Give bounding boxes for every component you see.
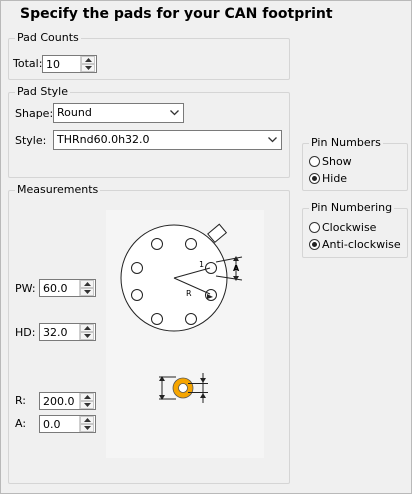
can-footprint-illustration: 1 A R [120,223,243,403]
radius-r-label: R [186,289,192,298]
hd-down-button[interactable] [80,332,94,340]
pw-spinner [79,280,95,296]
hd-label: HD: [15,326,36,339]
style-value: THRnd60.0h32.0 [57,133,150,146]
show-radio-indicator[interactable] [309,156,320,167]
hd-spinbox[interactable]: 32.0 [39,323,96,341]
shape-dropdown[interactable]: Round [53,103,184,123]
a-spinner [79,416,95,432]
r-up-button[interactable] [80,393,94,401]
footprint-diagram: 1 A R [106,210,264,458]
arrow-up-icon [200,393,206,398]
shape-value: Round [57,106,92,119]
r-label: R: [15,394,27,407]
arrow-down-icon [84,334,91,338]
pad-circle [151,238,163,250]
pin-numbers-legend: Pin Numbers [309,136,383,149]
chevron-down-icon [170,110,179,116]
pin-numbering-group: Pin Numbering Clockwise Anti-clockwise [302,201,408,258]
arrow-down-icon [85,66,92,70]
r-down-button[interactable] [80,401,94,409]
hd-up-button[interactable] [80,324,94,332]
pad-circle [185,313,197,325]
a-value: 0.0 [43,418,61,431]
pw-label: PW: [15,282,36,295]
clockwise-radio-indicator[interactable] [309,222,320,233]
style-label: Style: [15,134,47,147]
shape-label: Shape: [15,107,54,120]
total-up-button[interactable] [81,56,95,64]
style-dropdown[interactable]: THRnd60.0h32.0 [53,130,282,150]
r-spinbox[interactable]: 200.0 [39,392,96,410]
pad-circle [131,289,143,301]
hd-spinner [79,324,95,340]
angle-a-label: A [233,264,240,273]
total-down-button[interactable] [81,64,95,72]
measurements-legend: Measurements [15,183,101,196]
chevron-down-icon [268,137,277,143]
anti-clockwise-radio-indicator[interactable] [309,239,320,250]
arrow-down-icon [84,403,91,407]
pin-1-label: 1 [199,260,204,269]
a-up-button[interactable] [80,416,94,424]
pad-style-legend: Pad Style [15,85,70,98]
pad-circle [131,262,143,274]
arrow-up-icon [84,282,91,286]
anti-clockwise-label[interactable]: Anti-clockwise [322,238,401,251]
clockwise-label[interactable]: Clockwise [322,221,376,234]
hd-value: 32.0 [43,326,68,339]
arrow-up-icon [84,395,91,399]
arrow-up-icon [84,418,91,422]
a-spinbox[interactable]: 0.0 [39,415,96,433]
pw-spinbox[interactable]: 60.0 [39,279,96,297]
pad-circle [205,262,217,274]
pad-circle [151,313,163,325]
pw-down-button[interactable] [80,288,94,296]
pw-up-button[interactable] [80,280,94,288]
pad-style-group: Pad Style Shape: Round Style: THRnd60.0h… [8,85,290,178]
hide-label[interactable]: Hide [322,172,347,185]
pad-counts-legend: Pad Counts [15,31,81,44]
total-spinbox[interactable]: 10 [42,55,97,73]
a-label: A: [15,417,27,430]
show-label[interactable]: Show [322,155,352,168]
a-down-button[interactable] [80,424,94,432]
arrow-down-icon [84,426,91,430]
pad-drill-hole [178,383,188,393]
arrow-up-icon [84,326,91,330]
pin-numbers-group: Pin Numbers Show Hide [302,136,408,191]
pad-circle [185,238,197,250]
total-label: Total: [13,57,43,70]
arrow-down-icon [84,290,91,294]
hide-radio-indicator[interactable] [309,173,320,184]
page-title: Specify the pads for your CAN footprint [20,6,333,22]
arrow-down-icon [200,378,206,383]
r-spinner [79,393,95,409]
arrow-up-icon [85,58,92,62]
total-value: 10 [46,58,60,71]
pad-counts-group: Pad Counts Total: 10 [8,31,290,80]
pin-numbering-legend: Pin Numbering [309,201,395,214]
r-value: 200.0 [43,395,75,408]
total-spinner [80,56,96,72]
pw-value: 60.0 [43,282,68,295]
